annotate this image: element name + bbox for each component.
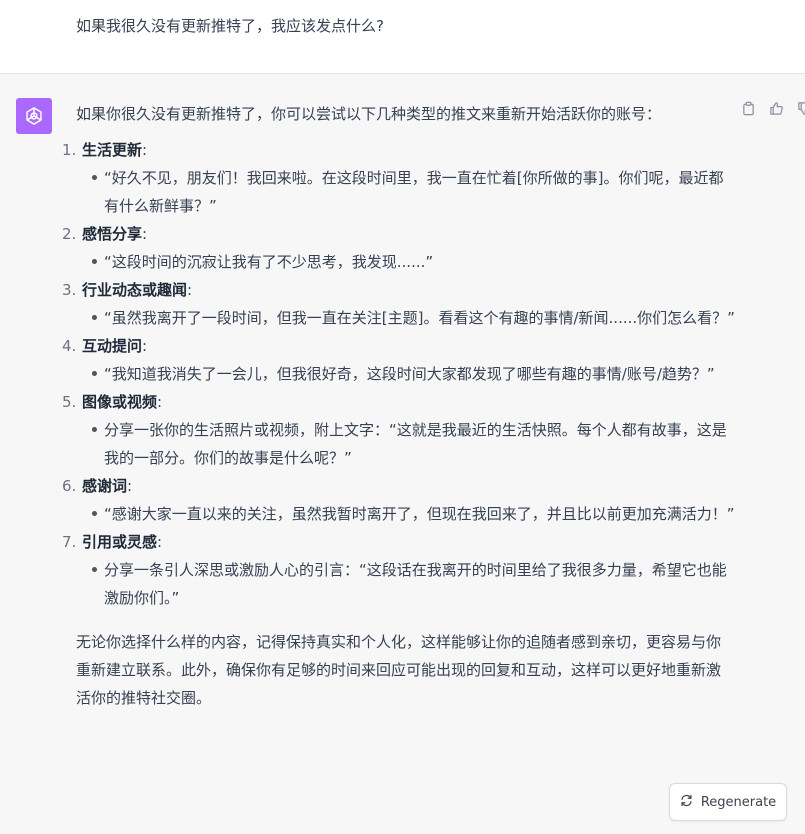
list-item: 7. 引用或灵感: 分享一条引人深思或激励人心的引言：“这段话在我离开的时间里给… (62, 528, 736, 612)
list-item: 5. 图像或视频: 分享一张你的生活照片或视频，附上文字：“这就是我最近的生活快… (62, 388, 736, 472)
assistant-outro: 无论你选择什么样的内容，记得保持真实和个人化，这样能够让你的追随者感到亲切，更容… (76, 633, 722, 707)
thumbs-up-icon[interactable] (768, 100, 784, 116)
assistant-intro: 如果你很久没有更新推特了，你可以尝试以下几种类型的推文来重新开始活跃你的账号： (76, 105, 662, 123)
list-number: 3. (62, 281, 77, 299)
bullet-text: 分享一张你的生活照片或视频，附上文字：“这就是我最近的生活快照。每个人都有故事，… (104, 421, 727, 467)
bullet-item: “虽然我离开了一段时间，但我一直在关注[主题]。看看这个有趣的事情/新闻....… (92, 304, 736, 332)
bullet-dot (92, 371, 97, 376)
item-title: 互动提问 (82, 337, 143, 355)
bullet-item: 分享一张你的生活照片或视频，附上文字：“这就是我最近的生活快照。每个人都有故事，… (92, 416, 736, 472)
bullet-dot (92, 259, 97, 264)
regenerate-label: Regenerate (700, 794, 777, 810)
bullet-item: “好久不见，朋友们！我回来啦。在这段时间里，我一直在忙着[你所做的事]。你们呢，… (92, 164, 736, 220)
bullet-dot (92, 427, 97, 432)
item-colon: : (157, 393, 163, 411)
bullet-text: “好久不见，朋友们！我回来啦。在这段时间里，我一直在忙着[你所做的事]。你们呢，… (104, 169, 724, 215)
bullet-dot (92, 315, 97, 320)
user-message: 如果我很久没有更新推特了，我应该发点什么? (0, 0, 805, 74)
item-title: 生活更新 (82, 141, 143, 159)
item-colon: : (127, 477, 133, 495)
item-title: 感谢词 (82, 477, 128, 495)
list-item: 1. 生活更新: “好久不见，朋友们！我回来啦。在这段时间里，我一直在忙着[你所… (62, 136, 736, 220)
bullet-text: “虽然我离开了一段时间，但我一直在关注[主题]。看看这个有趣的事情/新闻....… (104, 309, 735, 327)
list-number: 7. (62, 533, 77, 551)
list-item: 2. 感悟分享: “这段时间的沉寂让我有了不少思考，我发现......” (62, 220, 736, 276)
list-item: 6. 感谢词: “感谢大家一直以来的关注，虽然我暂时离开了，但现在我回来了，并且… (62, 472, 736, 528)
item-colon: : (142, 337, 148, 355)
thumbs-down-icon[interactable] (796, 100, 805, 116)
bullet-text: 分享一条引人深思或激励人心的引言：“这段话在我离开的时间里给了我很多力量，希望它… (104, 561, 727, 607)
bullet-dot (92, 175, 97, 180)
bullet-text: “这段时间的沉寂让我有了不少思考，我发现......” (104, 253, 434, 271)
bullet-dot (92, 567, 97, 572)
item-title: 图像或视频 (82, 393, 158, 411)
bullet-item: 分享一条引人深思或激励人心的引言：“这段话在我离开的时间里给了我很多力量，希望它… (92, 556, 736, 612)
bullet-item: “我知道我消失了一会儿，但我很好奇，这段时间大家都发现了哪些有趣的事情/账号/趋… (92, 360, 736, 388)
list-item: 3. 行业动态或趣闻: “虽然我离开了一段时间，但我一直在关注[主题]。看看这个… (62, 276, 736, 332)
assistant-message-content: 如果你很久没有更新推特了，你可以尝试以下几种类型的推文来重新开始活跃你的账号： … (62, 100, 736, 712)
list-number: 4. (62, 337, 77, 355)
item-title: 行业动态或趣闻 (82, 281, 188, 299)
message-actions (740, 100, 805, 116)
item-colon: : (142, 225, 148, 243)
list-item: 4. 互动提问: “我知道我消失了一会儿，但我很好奇，这段时间大家都发现了哪些有… (62, 332, 736, 388)
regenerate-button[interactable]: Regenerate (669, 783, 787, 821)
copy-icon[interactable] (740, 100, 756, 116)
item-title: 引用或灵感 (82, 533, 158, 551)
bullet-item: “感谢大家一直以来的关注，虽然我暂时离开了，但现在我回来了，并且比以前更加充满活… (92, 500, 736, 528)
list-number: 1. (62, 141, 77, 159)
assistant-message: 如果你很久没有更新推特了，你可以尝试以下几种类型的推文来重新开始活跃你的账号： … (0, 74, 805, 834)
item-colon: : (187, 281, 193, 299)
user-message-text: 如果我很久没有更新推特了，我应该发点什么? (76, 17, 384, 35)
item-colon: : (157, 533, 163, 551)
bullet-text: “我知道我消失了一会儿，但我很好奇，这段时间大家都发现了哪些有趣的事情/账号/趋… (104, 365, 715, 383)
list-number: 2. (62, 225, 77, 243)
openai-logo-icon (16, 98, 52, 134)
bullet-item: “这段时间的沉寂让我有了不少思考，我发现......” (92, 248, 736, 276)
list-number: 5. (62, 393, 77, 411)
item-title: 感悟分享 (82, 225, 143, 243)
refresh-icon (680, 794, 693, 811)
bullet-dot (92, 511, 97, 516)
item-colon: : (142, 141, 148, 159)
list-number: 6. (62, 477, 77, 495)
bullet-text: “感谢大家一直以来的关注，虽然我暂时离开了，但现在我回来了，并且比以前更加充满活… (104, 505, 735, 523)
suggestion-list: 1. 生活更新: “好久不见，朋友们！我回来啦。在这段时间里，我一直在忙着[你所… (62, 136, 736, 612)
